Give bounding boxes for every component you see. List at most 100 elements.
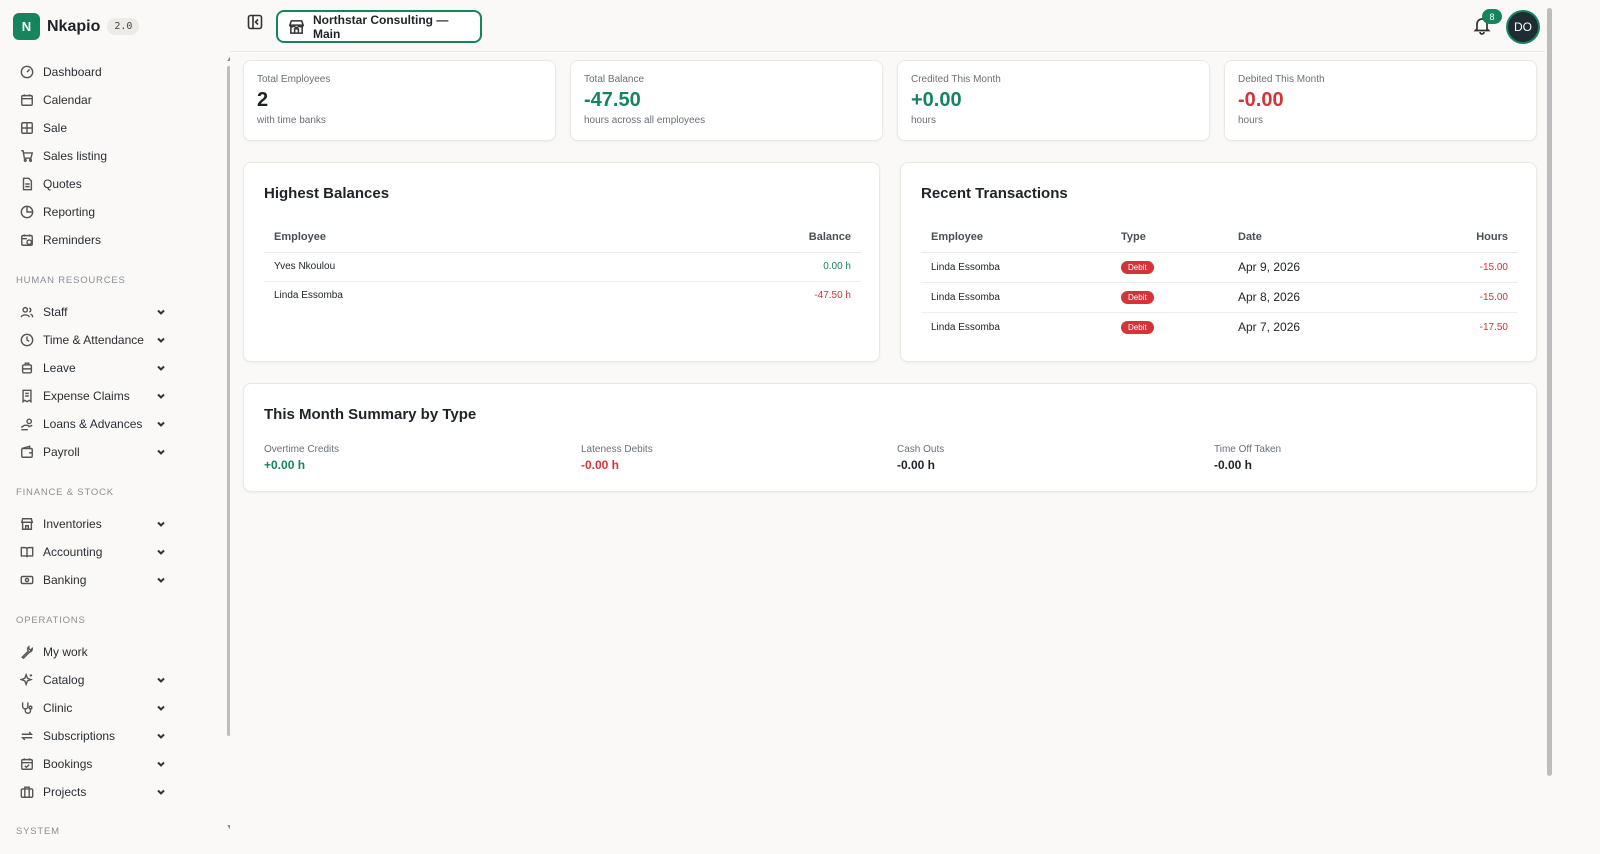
chevron-down-icon <box>157 761 165 767</box>
calendar-icon <box>21 94 33 106</box>
summary-label: Cash Outs <box>897 444 945 455</box>
date-cell: Apr 9, 2026 <box>1228 252 1388 283</box>
sidebar-item-label: Catalog <box>43 673 85 687</box>
sidebar-item-label: Sales listing <box>43 149 108 163</box>
store-icon <box>288 19 305 34</box>
sidebar-item-calendar[interactable]: Calendar <box>16 88 166 112</box>
table-row[interactable]: Linda Essomba Debit Apr 7, 2026 -17.50 <box>921 312 1518 342</box>
sidebar-item-my-work[interactable]: My work <box>16 640 166 664</box>
main-scrollbar[interactable] <box>1547 8 1552 776</box>
sidebar-item-label: My work <box>43 645 88 659</box>
chevron-down-icon <box>157 577 165 583</box>
type-cell: Debit <box>1111 282 1228 313</box>
table-row[interactable]: Linda Essomba Debit Apr 9, 2026 -15.00 <box>921 252 1518 283</box>
employee-name: Linda Essomba <box>931 321 1000 333</box>
sidebar-item-quotes[interactable]: Quotes <box>16 172 166 196</box>
sidebar-item-dashboard[interactable]: Dashboard <box>16 60 166 84</box>
sidebar-item-sales-listing[interactable]: Sales listing <box>16 144 166 168</box>
table-row[interactable]: Yves Nkoulou 0.00 h <box>264 252 861 282</box>
chevron-down-icon <box>157 449 165 455</box>
debit-badge: Debit <box>1121 320 1154 334</box>
column-header-employee[interactable]: Employee <box>921 222 1111 253</box>
sidebar-item-payroll[interactable]: Payroll <box>16 440 166 464</box>
hours-value: -15.00 <box>1388 282 1518 313</box>
chevron-down-icon <box>157 521 165 527</box>
wallet-icon <box>21 445 33 458</box>
sidebar-item-reminders[interactable]: Reminders <box>16 228 166 252</box>
stat-value: -0.00 <box>1238 89 1284 111</box>
sidebar-item-subscriptions[interactable]: Subscriptions <box>16 724 166 748</box>
sidebar-item-sale[interactable]: Sale <box>16 116 166 140</box>
section-title-finance-stock: FINANCE & STOCK <box>16 487 114 498</box>
sidebar-item-label: Accounting <box>43 545 103 559</box>
calendar-clock-icon <box>21 234 33 246</box>
type-cell: Debit <box>1111 312 1228 342</box>
sidebar-item-leave[interactable]: Leave <box>16 356 166 380</box>
store-icon <box>20 518 34 530</box>
balance-value: -47.50 h <box>814 290 851 302</box>
gauge-icon <box>20 65 34 79</box>
table-row[interactable]: Linda Essomba -47.50 h <box>264 281 861 310</box>
sidebar-scrollbar[interactable] <box>227 66 230 736</box>
brand-logo: N <box>13 13 40 40</box>
table-row[interactable]: Linda Essomba Debit Apr 8, 2026 -15.00 <box>921 282 1518 313</box>
summary-item-time-off-taken: Time Off Taken -0.00 h <box>1214 444 1281 472</box>
chevron-down-icon <box>157 365 165 371</box>
sidebar-item-banking[interactable]: Banking <box>16 568 166 592</box>
stat-value: +0.00 <box>911 89 962 111</box>
column-header-hours[interactable]: Hours <box>1388 222 1518 253</box>
sidebar-item-catalog[interactable]: Catalog <box>16 668 166 692</box>
sidebar-item-bookings[interactable]: Bookings <box>16 752 166 776</box>
stethoscope-icon <box>21 702 33 714</box>
sidebar-item-reporting[interactable]: Reporting <box>16 200 166 224</box>
chevron-down-icon <box>157 309 165 315</box>
sidebar-item-clinic[interactable]: Clinic <box>16 696 166 720</box>
sidebar-item-label: Time & Attendance <box>43 333 144 347</box>
balance-value: 0.00 h <box>615 252 861 282</box>
chevron-down-icon <box>157 549 165 555</box>
scroll-up-arrow-icon[interactable]: ▲ <box>226 56 230 63</box>
sidebar-item-label: Projects <box>43 785 87 799</box>
column-header-type[interactable]: Type <box>1111 222 1228 253</box>
sidebar-item-label: Reminders <box>43 233 102 247</box>
brand[interactable]: N Nkapio 2.0 <box>13 13 140 40</box>
scroll-down-arrow-icon[interactable]: ▼ <box>226 824 230 831</box>
stat-label: Total Employees <box>257 74 331 85</box>
sidebar-item-expense-claims[interactable]: Expense Claims <box>16 384 166 408</box>
summary-item-cash-outs: Cash Outs -0.00 h <box>897 444 944 472</box>
sparkles-icon <box>20 673 33 687</box>
recent-transactions-table: Employee Type Date Hours Linda Essomba D… <box>921 222 1518 342</box>
card-title: Recent Transactions <box>921 185 1068 202</box>
sidebar-item-label: Loans & Advances <box>43 417 143 431</box>
section-title-system: SYSTEM <box>16 826 60 837</box>
section-title-human-resources: HUMAN RESOURCES <box>16 275 126 286</box>
sidebar-item-label: Staff <box>43 305 68 319</box>
sidebar-item-inventories[interactable]: Inventories <box>16 512 166 536</box>
card-title: Highest Balances <box>264 185 390 202</box>
store-selector-label: Northstar Consulting — Main <box>313 12 449 41</box>
sidebar-item-time-attendance[interactable]: Time & Attendance <box>16 328 166 352</box>
stat-sub: hours across all employees <box>584 115 706 126</box>
sidebar-item-staff[interactable]: Staff <box>16 300 166 324</box>
store-selector-button[interactable]: Northstar Consulting — Main <box>276 10 482 43</box>
column-header-balance[interactable]: Balance <box>615 222 861 253</box>
stat-sub: hours <box>911 115 937 126</box>
sidebar-item-label: Reporting <box>43 205 96 219</box>
sidebar-item-projects[interactable]: Projects <box>16 780 166 804</box>
clock-icon <box>20 333 34 347</box>
version-badge: 2.0 <box>107 18 140 35</box>
banknote-icon <box>20 575 34 585</box>
column-header-date[interactable]: Date <box>1228 222 1388 253</box>
chevron-down-icon <box>157 789 165 795</box>
grid-icon <box>21 122 33 134</box>
collapse-sidebar-button[interactable] <box>247 14 265 32</box>
sidebar-item-loans-advances[interactable]: Loans & Advances <box>16 412 166 436</box>
table-header-row: Employee Type Date Hours <box>921 222 1518 253</box>
user-avatar[interactable]: DO <box>1508 12 1538 42</box>
column-header-employee[interactable]: Employee <box>264 222 616 253</box>
stat-value: 2 <box>257 89 269 111</box>
highest-balances-card: Highest Balances Employee Balance Yves N… <box>243 162 880 362</box>
sidebar-item-accounting[interactable]: Accounting <box>16 540 166 564</box>
sidebar-item-label: Sale <box>43 121 68 135</box>
stat-card-debited-this-month: Debited This Month -0.00 hours <box>1224 60 1537 141</box>
